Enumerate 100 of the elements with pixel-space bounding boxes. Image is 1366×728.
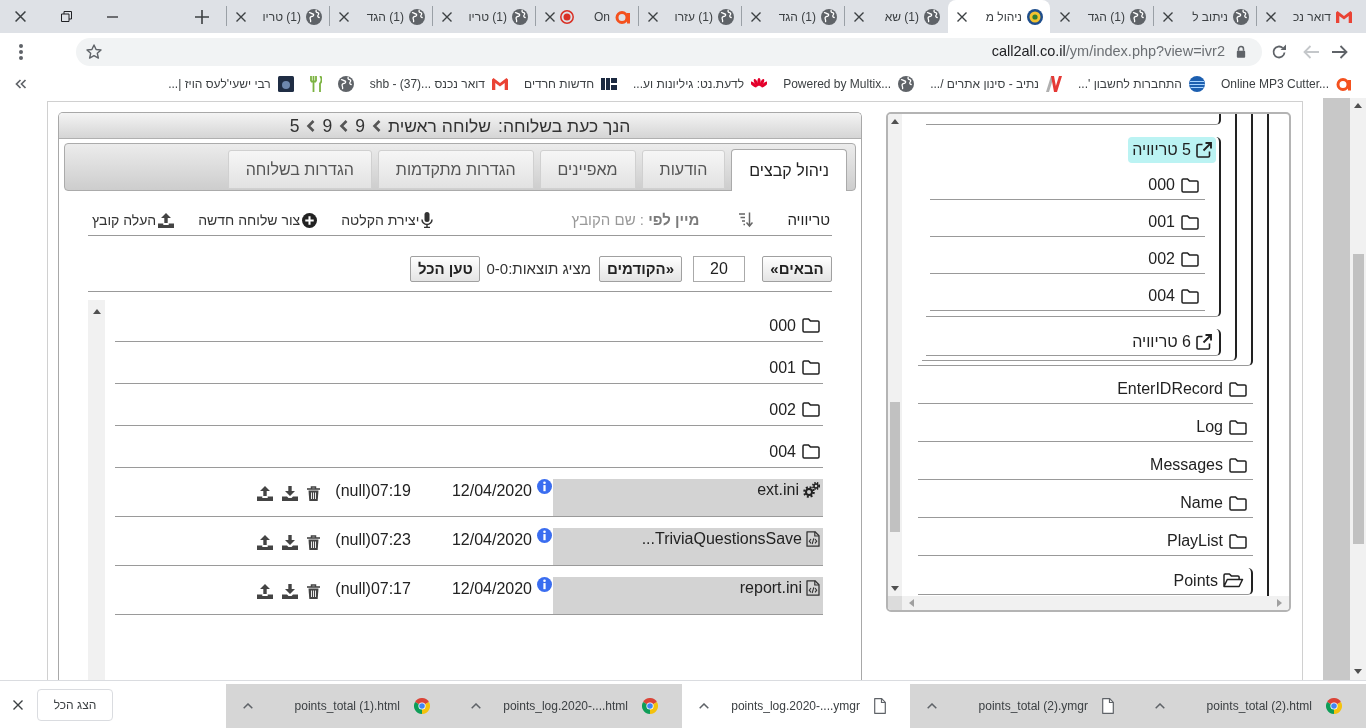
scroll-up-icon[interactable] (1354, 103, 1362, 108)
scrollbar-thumb[interactable] (1352, 254, 1364, 544)
caret-up-icon[interactable] (471, 703, 481, 709)
trash-icon[interactable] (307, 486, 321, 501)
close-icon[interactable] (1060, 11, 1070, 22)
close-icon[interactable] (339, 11, 349, 22)
folder-name[interactable]: 004 (769, 442, 796, 462)
browser-tab[interactable]: ניהול מ (948, 0, 1050, 33)
file-name[interactable]: TriviaQuestionsSave... (641, 530, 802, 548)
bookmark[interactable]: Powered by Multix... (777, 72, 921, 96)
browser-tab[interactable]: (1) טריו (433, 0, 535, 33)
tree-item[interactable]: Name (1177, 493, 1250, 513)
address-bar[interactable]: call2all.co.il/ym/index.php?view=ivr2 (76, 37, 1262, 66)
scroll-up-icon[interactable] (92, 309, 101, 314)
close-icon[interactable] (1266, 11, 1276, 22)
menu-icon[interactable] (19, 43, 23, 60)
close-icon[interactable] (13, 699, 23, 710)
tree-item[interactable]: 004 (1145, 286, 1202, 306)
file-name[interactable]: ext.ini (757, 481, 799, 499)
close-icon[interactable] (751, 11, 761, 22)
close-icon[interactable] (957, 11, 967, 22)
load-all-button[interactable]: טען הכל (410, 256, 481, 282)
breadcrumb-item[interactable]: שלוחה ראשית (387, 114, 492, 137)
scroll-down-icon[interactable] (1354, 669, 1362, 674)
download-item[interactable]: points_total (2).ymgr (910, 684, 1138, 728)
browser-tab[interactable]: ניתוב ל (1154, 0, 1256, 33)
trash-icon[interactable] (307, 584, 321, 599)
tab[interactable]: הודעות (641, 150, 726, 189)
upload-icon[interactable] (257, 584, 274, 599)
close-icon[interactable] (1163, 11, 1173, 22)
back-arrow-icon[interactable] (1332, 44, 1348, 59)
download-icon[interactable] (282, 584, 299, 599)
browser-tab[interactable]: (1) שא (845, 0, 947, 33)
close-icon[interactable] (648, 11, 658, 22)
scroll-down-icon[interactable] (891, 586, 899, 591)
upload-icon[interactable] (257, 486, 274, 501)
close-icon[interactable] (854, 11, 864, 22)
tree-item[interactable]: PlayList (1163, 531, 1250, 551)
minimize-icon[interactable] (107, 15, 118, 18)
file-name[interactable]: report.ini (739, 579, 802, 597)
folder-name[interactable]: 001 (769, 358, 796, 378)
show-all-button[interactable]: הצג הכל (37, 688, 113, 721)
trash-icon[interactable] (307, 535, 321, 550)
download-item[interactable]: points_total (2).html (1138, 684, 1366, 728)
breadcrumb-item[interactable]: 9 (322, 114, 333, 137)
next-button[interactable]: הבאים» (762, 256, 832, 282)
upload-link[interactable]: העלה קובץ (92, 209, 175, 231)
new-extension-link[interactable]: צור שלוחה חדשה (198, 209, 318, 231)
scrollbar[interactable] (1350, 98, 1366, 680)
tree-item[interactable]: 002 (1145, 249, 1202, 269)
close-icon[interactable] (545, 11, 555, 22)
tab[interactable]: מאפיינים (539, 150, 636, 189)
bookmark[interactable]: נתיב - סינון אתרים /... (924, 72, 1068, 96)
scrollbar[interactable] (88, 300, 105, 680)
upload-icon[interactable] (257, 535, 274, 550)
tree-item[interactable]: Messages (1147, 455, 1250, 475)
page-size-input[interactable]: 20 (693, 256, 745, 282)
breadcrumb-item[interactable]: 9 (355, 114, 365, 137)
bookmark[interactable]: לדעת.נט: גיליונות וע... (627, 72, 774, 96)
close-icon[interactable] (15, 11, 26, 22)
caret-up-icon[interactable] (927, 703, 937, 709)
restore-icon[interactable] (61, 11, 72, 22)
tab[interactable]: ניהול קבצים (731, 149, 847, 191)
scroll-up-icon[interactable] (891, 119, 899, 124)
tree-item[interactable]: EnterIDRecord (1114, 379, 1250, 399)
double-chevron-icon[interactable] (15, 79, 27, 89)
bookmark[interactable]: התחברות לחשבון '... (1072, 72, 1211, 96)
tree-item[interactable]: 5 טריוויה (1128, 137, 1216, 163)
bookmark[interactable]: דואר נכנס ...shb - (37) (363, 72, 514, 96)
browser-tab[interactable]: (1) הגד (742, 0, 844, 33)
reload-icon[interactable] (1271, 43, 1287, 60)
info-icon[interactable] (537, 528, 552, 543)
bookmark[interactable]: חדשות חרדים (518, 72, 624, 96)
record-icon[interactable] (560, 9, 574, 24)
tree-item[interactable]: 6 טריוויה (1128, 329, 1216, 355)
tab[interactable]: הגדרות מתקדמות (377, 150, 534, 189)
close-icon[interactable] (442, 11, 452, 22)
close-icon[interactable] (236, 11, 246, 22)
bookmark[interactable]: רבי ישעי'לעס הויז |... (162, 72, 300, 96)
scrollbar-thumb[interactable] (890, 402, 900, 532)
breadcrumb-item[interactable]: 5 (289, 114, 300, 137)
tree-item[interactable]: 001 (1145, 212, 1202, 232)
download-icon[interactable] (282, 486, 299, 501)
browser-tab[interactable]: On (536, 0, 638, 33)
tab[interactable]: הגדרות בשלוחה (227, 150, 372, 189)
caret-up-icon[interactable] (699, 703, 709, 709)
bookmark[interactable]: Online MP3 Cutter... (1214, 72, 1358, 96)
caret-up-icon[interactable] (1155, 703, 1165, 709)
browser-tab[interactable]: (1) טריו (227, 0, 329, 33)
download-item[interactable]: points_log.2020-....html (454, 684, 682, 728)
folder-name[interactable]: 000 (769, 316, 796, 336)
plus-icon[interactable] (195, 9, 209, 24)
download-item[interactable]: points_total (1).html (226, 684, 454, 728)
prev-button[interactable]: «הקודמים (599, 256, 682, 282)
tree-item[interactable]: Points (1169, 568, 1248, 594)
browser-tab[interactable]: (1) עזרו (639, 0, 741, 33)
record-link[interactable]: יצירת הקלטה (341, 209, 434, 231)
download-icon[interactable] (282, 535, 299, 550)
folder-name[interactable]: 002 (769, 400, 796, 420)
sort-label[interactable]: מיין לפי : שם הקובץ (571, 208, 700, 232)
